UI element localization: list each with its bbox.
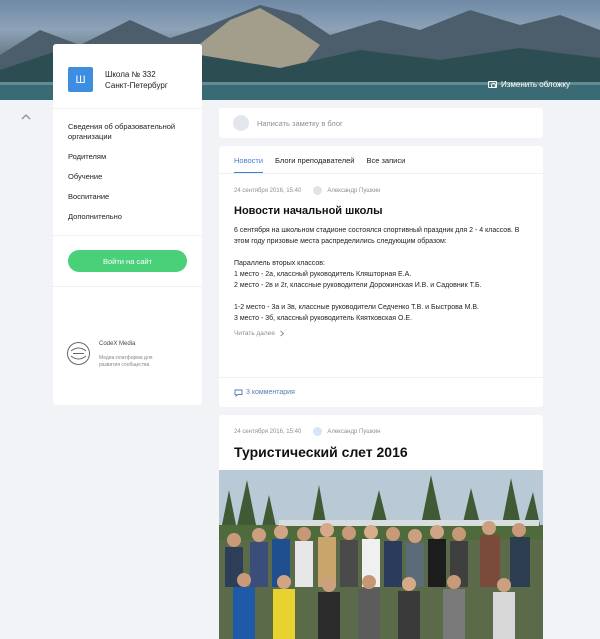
chevron-up-icon[interactable]	[20, 112, 32, 122]
author-avatar	[313, 427, 323, 436]
sidebar-menu: Сведения об образовательной организации …	[53, 109, 202, 235]
post-author[interactable]: Александр Пушкин	[327, 429, 380, 435]
feed-tabs: Новости Блоги преподавателей Все записи	[219, 146, 543, 174]
school-city: Санкт-Петербург	[105, 80, 168, 90]
change-cover-label: Изменить обложку	[500, 80, 570, 89]
post-meta: 24 сентября 2016, 15:40 Александр Пушкин	[219, 186, 543, 195]
school-logo: Ш	[68, 67, 93, 92]
blog-composer[interactable]: Написать заметку в блог	[219, 108, 543, 138]
post-title[interactable]: Новости начальной школы	[219, 205, 543, 217]
post-title[interactable]: Туристический слет 2016	[219, 444, 543, 460]
sidebar-item-education[interactable]: Обучение	[68, 167, 187, 187]
post-paragraph: 1-2 место - 3а и 3в, классные руководите…	[234, 304, 480, 311]
comments-link[interactable]: 3 комментария	[219, 377, 543, 407]
codex-name: CodeX Media	[99, 341, 136, 347]
post-paragraph	[234, 247, 528, 258]
school-header[interactable]: Ш Школа № 332 Санкт-Петербург	[53, 44, 202, 100]
chevron-right-icon	[280, 330, 285, 337]
codex-description: Медиа-платформа для развития сообщества	[99, 355, 153, 368]
sidebar-item-info[interactable]: Сведения об образовательной организации	[68, 117, 187, 147]
sidebar-item-additional[interactable]: Дополнительно	[68, 207, 187, 227]
post-date: 24 сентября 2016, 15:40	[234, 428, 302, 435]
post-date: 24 сентября 2016, 15:40	[234, 187, 302, 194]
change-cover-button[interactable]: Изменить обложку	[487, 80, 570, 89]
codex-logo-icon	[67, 342, 90, 365]
post-paragraph	[234, 291, 528, 302]
author-avatar	[313, 186, 323, 195]
login-button[interactable]: Войти на сайт	[68, 250, 187, 272]
group-photo[interactable]	[219, 470, 543, 639]
tab-news[interactable]: Новости	[234, 146, 264, 173]
read-more-label: Читать далее	[234, 330, 275, 337]
group-photo-image	[219, 470, 543, 639]
sidebar: Ш Школа № 332 Санкт-Петербург Сведения о…	[53, 44, 202, 405]
composer-placeholder[interactable]: Написать заметку в блог	[257, 119, 343, 128]
school-name: Школа № 332	[105, 69, 156, 79]
post-body: 6 сентября на школьном стадионе состоялс…	[219, 225, 543, 324]
divider	[53, 286, 202, 287]
divider	[53, 235, 202, 236]
post-paragraph: 2 место - 2в и 2г, классные руководители…	[234, 282, 482, 289]
post-author[interactable]: Александр Пушкин	[327, 188, 380, 194]
post-paragraph: 6 сентября на школьном стадионе состоялс…	[234, 227, 520, 245]
avatar	[233, 115, 249, 131]
post-card: 24 сентября 2016, 15:40 Александр Пушкин…	[219, 415, 543, 639]
sidebar-item-parents[interactable]: Родителям	[68, 147, 187, 167]
tab-all-posts[interactable]: Все записи	[366, 146, 405, 173]
comment-icon	[234, 389, 243, 397]
comments-count: 3 комментария	[246, 389, 295, 396]
codex-media-block[interactable]: CodeX Media Медиа-платформа для развития…	[66, 341, 169, 369]
post-paragraph: Параллель вторых классов:	[234, 260, 325, 267]
sidebar-item-upbringing[interactable]: Воспитание	[68, 187, 187, 207]
post-card: Новости Блоги преподавателей Все записи …	[219, 146, 543, 407]
camera-icon	[487, 81, 497, 88]
post-paragraph: 1 место - 2а, классный руководитель Кляш…	[234, 271, 412, 278]
post-meta: 24 сентября 2016, 15:40 Александр Пушкин	[219, 427, 543, 436]
tab-teacher-blogs[interactable]: Блоги преподавателей	[275, 146, 354, 173]
post-paragraph: 3 место - 3б, классный руководитель Кяят…	[234, 315, 413, 322]
read-more-link[interactable]: Читать далее	[219, 330, 543, 337]
